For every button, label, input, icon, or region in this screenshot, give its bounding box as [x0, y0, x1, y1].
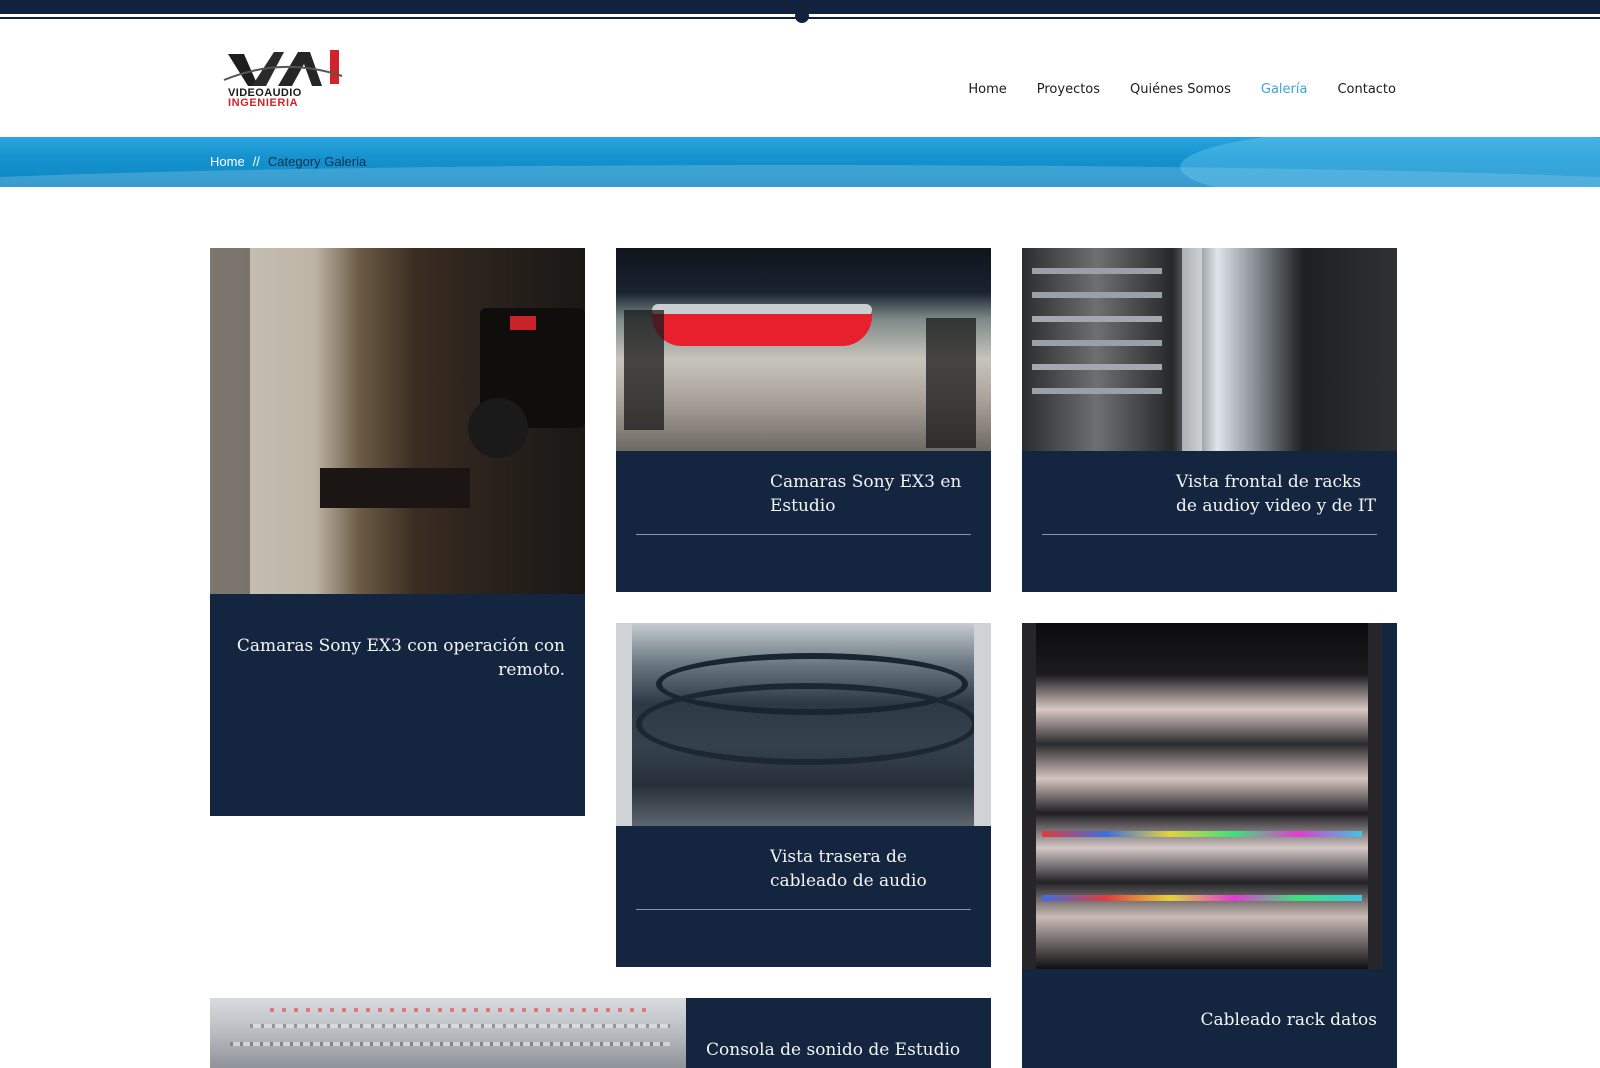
gallery-caption: Vista frontal de racks de audioy video y… [1176, 472, 1377, 516]
caption-divider [636, 909, 971, 910]
main-nav: Home Proyectos Quiénes Somos Galería Con… [968, 82, 1396, 97]
breadcrumb-home-link[interactable]: Home [210, 154, 245, 169]
gallery-card[interactable]: Cableado rack datos [1022, 623, 1397, 1068]
racks-front-photo [1022, 248, 1397, 451]
gallery-card[interactable]: Camaras Sony EX3 en Estudio [616, 248, 991, 592]
nav-galeria[interactable]: Galería [1261, 82, 1308, 97]
studio-set-photo [616, 248, 991, 451]
logo-text-ingenieria: INGENIERIA [228, 97, 299, 109]
nav-quienes-somos[interactable]: Quiénes Somos [1130, 82, 1231, 97]
gallery-card[interactable]: Camaras Sony EX3 con operación con remot… [210, 248, 585, 816]
breadcrumb-current: Category Galeria [267, 154, 367, 169]
audio-cabling-photo [616, 623, 991, 826]
caption-divider [636, 534, 971, 535]
gallery-card[interactable]: Vista trasera de cableado de audio [616, 623, 991, 967]
top-divider-dot [795, 9, 809, 23]
breadcrumb: Home // Category Galeria [210, 154, 366, 169]
gallery-card[interactable]: Vista frontal de racks de audioy video y… [1022, 248, 1397, 592]
nav-home[interactable]: Home [968, 82, 1006, 97]
breadcrumb-separator: // [252, 154, 260, 169]
gallery-caption: Consola de sonido de Estudio [706, 1040, 961, 1060]
sound-console-photo [210, 998, 686, 1068]
gallery-caption: Camaras Sony EX3 en Estudio [770, 472, 962, 516]
gallery-caption: Vista trasera de cableado de audio [770, 847, 927, 891]
gallery-caption: Cableado rack datos [1200, 1010, 1377, 1030]
nav-contacto[interactable]: Contacto [1337, 82, 1396, 97]
site-logo[interactable]: VIDEOAUDIO INGENIERIA [222, 46, 348, 110]
data-rack-photo [1022, 623, 1382, 969]
nav-proyectos[interactable]: Proyectos [1037, 82, 1100, 97]
caption-divider [1042, 534, 1377, 535]
gallery-caption: Camaras Sony EX3 con operación con remot… [236, 636, 565, 680]
camera-remote-photo [210, 248, 585, 594]
gallery-card[interactable]: Consola de sonido de Estudio [210, 998, 991, 1068]
